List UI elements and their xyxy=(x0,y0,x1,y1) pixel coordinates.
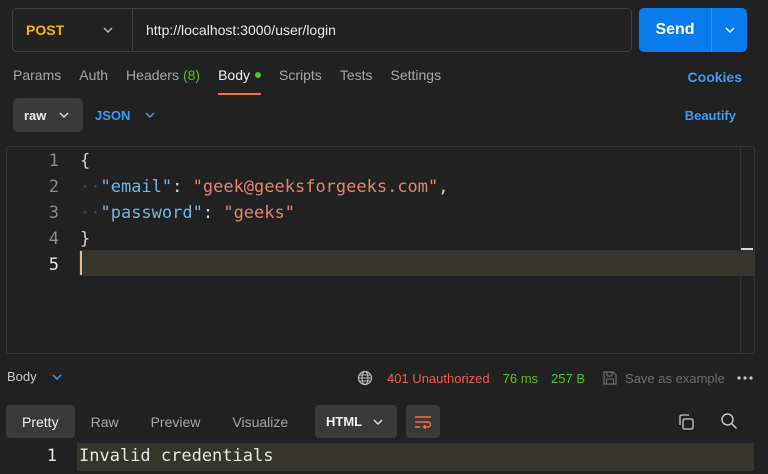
response-text: Invalid credentials xyxy=(79,446,274,466)
indent-guide: ·· xyxy=(80,203,101,223)
tab-label: Body xyxy=(218,67,251,83)
chevron-down-icon xyxy=(58,109,70,121)
tab-label: Tests xyxy=(339,67,373,83)
body-language-select[interactable]: JSON xyxy=(95,98,156,132)
response-meta: 401 Unauthorized 76 ms 257 B Save as exa… xyxy=(357,369,725,387)
save-icon xyxy=(602,370,618,386)
json-colon: : xyxy=(172,177,193,197)
close-brace: } xyxy=(80,229,91,249)
copy-icon[interactable] xyxy=(677,413,695,431)
send-button-group: Send xyxy=(639,8,747,52)
tab-label: Settings xyxy=(390,67,442,83)
body-mode-label: raw xyxy=(24,107,47,123)
tab-label: Auth xyxy=(79,67,109,83)
url-input[interactable] xyxy=(133,9,631,51)
line-number: 1 xyxy=(48,151,59,171)
json-comma: , xyxy=(438,177,449,197)
tab-headers[interactable]: Headers (8) xyxy=(126,67,200,95)
response-view-tabs: Pretty Raw Preview Visualize xyxy=(6,405,304,438)
tab-params[interactable]: Params xyxy=(13,67,61,95)
tab-label: Headers xyxy=(126,67,179,83)
response-time[interactable]: 76 ms xyxy=(503,371,538,386)
save-as-example-button[interactable]: Save as example xyxy=(602,370,725,386)
code-line: ··"password": "geeks" xyxy=(80,203,295,223)
status-badge[interactable]: 401 Unauthorized xyxy=(387,371,490,386)
request-body-editor[interactable]: 1 2 3 4 5 { ··"email": "geek@geeksforgee… xyxy=(6,146,755,354)
editor-scrollbar[interactable] xyxy=(740,147,754,353)
line-number-gutter: 1 2 3 4 5 xyxy=(7,147,75,353)
line-number: 4 xyxy=(48,229,59,249)
request-tabs: Params Auth Headers (8) Body Scripts Test… xyxy=(13,67,459,95)
tab-preview[interactable]: Preview xyxy=(135,405,217,438)
tab-settings[interactable]: Settings xyxy=(391,67,442,95)
search-icon[interactable] xyxy=(720,412,738,430)
send-button[interactable]: Send xyxy=(639,8,711,52)
wrap-lines-button[interactable] xyxy=(406,405,440,438)
method-select[interactable]: POST xyxy=(13,9,133,51)
code-line: } xyxy=(80,229,90,249)
headers-count: (8) xyxy=(182,67,201,83)
send-options-button[interactable] xyxy=(711,8,747,52)
text-caret xyxy=(80,251,82,275)
response-format-select[interactable]: HTML xyxy=(315,405,397,438)
scroll-position-mark xyxy=(741,248,753,250)
body-mode-select[interactable]: raw xyxy=(13,98,83,132)
line-number: 2 xyxy=(48,177,59,197)
tab-tests[interactable]: Tests xyxy=(340,67,373,95)
tab-visualize[interactable]: Visualize xyxy=(216,405,304,438)
tab-label: Params xyxy=(13,67,62,83)
line-number: 3 xyxy=(48,203,59,223)
tab-raw[interactable]: Raw xyxy=(75,405,135,438)
tab-body[interactable]: Body xyxy=(218,67,262,95)
json-key: "email" xyxy=(100,177,173,197)
code-line: ··"email": "geek@geeksforgeeks.com", xyxy=(80,177,449,197)
url-bar: POST xyxy=(12,8,632,52)
body-language-label: JSON xyxy=(95,107,131,123)
json-value: "geek@geeksforgeeks.com" xyxy=(192,177,439,197)
chevron-down-icon xyxy=(102,24,114,36)
tab-auth[interactable]: Auth xyxy=(79,67,108,95)
tab-scripts[interactable]: Scripts xyxy=(279,67,322,95)
current-line-highlight xyxy=(79,250,754,276)
body-modified-dot xyxy=(255,72,262,78)
response-size[interactable]: 257 B xyxy=(551,371,585,386)
response-body-viewer[interactable]: 1 Invalid credentials xyxy=(0,443,768,474)
json-colon: : xyxy=(202,203,224,223)
open-brace: { xyxy=(80,151,91,171)
json-value: "geeks" xyxy=(223,203,295,223)
response-section-select[interactable]: Body xyxy=(7,369,63,384)
save-as-example-label: Save as example xyxy=(625,370,725,386)
code-line: { xyxy=(80,151,90,171)
more-icon[interactable] xyxy=(737,376,753,380)
chevron-down-icon xyxy=(144,109,156,121)
globe-icon[interactable] xyxy=(357,370,373,386)
tab-label: Scripts xyxy=(279,67,322,83)
chevron-down-icon xyxy=(51,371,63,383)
line-number: 1 xyxy=(46,446,57,466)
beautify-button[interactable]: Beautify xyxy=(685,108,736,123)
indent-guide: ·· xyxy=(80,177,101,197)
chevron-down-icon xyxy=(724,24,736,36)
chevron-down-icon xyxy=(372,416,384,428)
response-section-label: Body xyxy=(7,369,37,384)
json-key: "password" xyxy=(100,203,203,223)
line-number: 5 xyxy=(48,255,59,275)
method-label: POST xyxy=(26,22,65,38)
cookies-link[interactable]: Cookies xyxy=(688,69,742,85)
tab-pretty[interactable]: Pretty xyxy=(6,405,75,438)
wrap-icon xyxy=(415,415,432,429)
response-format-label: HTML xyxy=(326,414,363,429)
